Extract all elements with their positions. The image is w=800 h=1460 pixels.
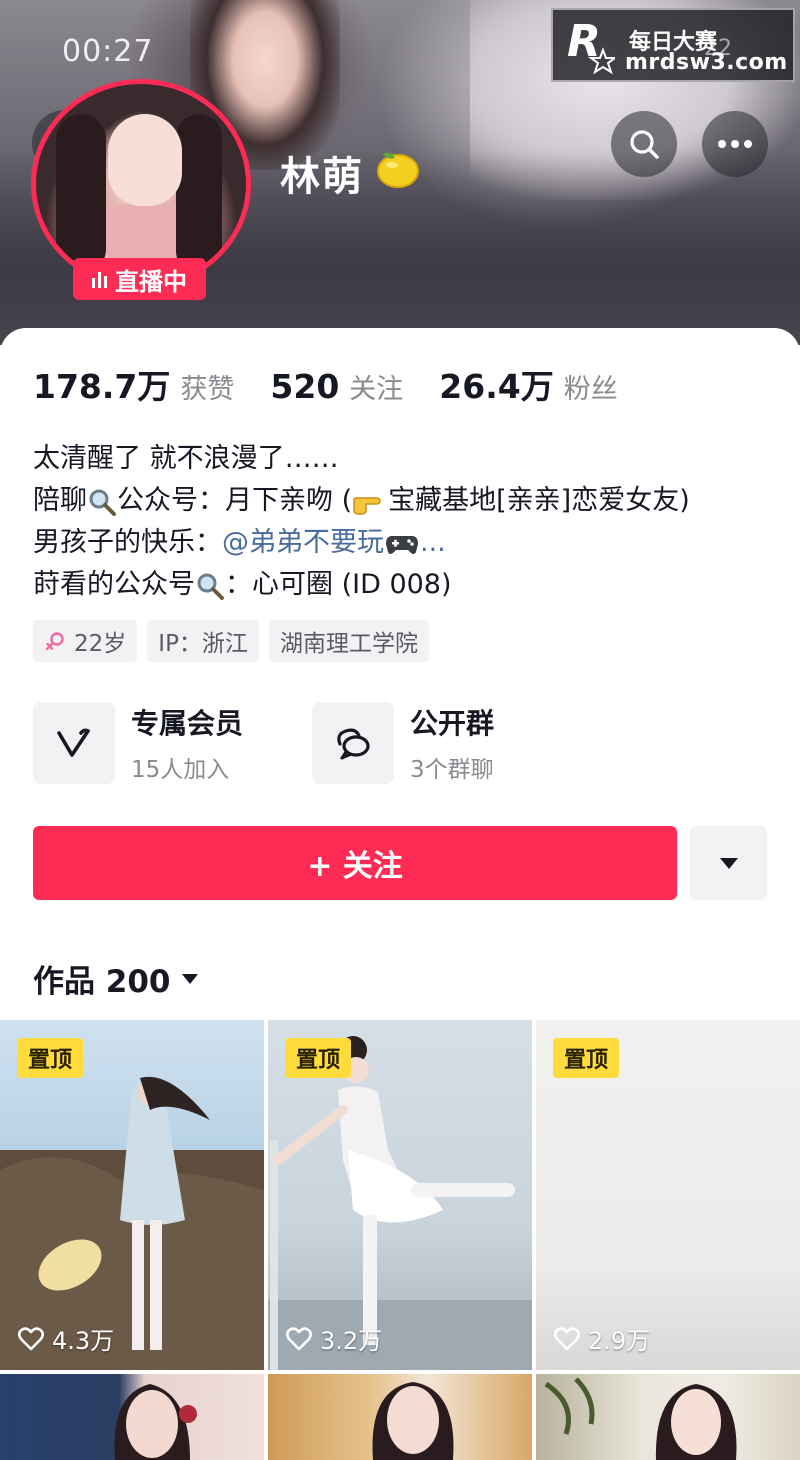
caret-down-icon xyxy=(181,973,198,984)
public-group-entry[interactable]: 公开群 3个群聊 xyxy=(312,702,494,784)
followers-label[interactable]: 粉丝 xyxy=(564,367,618,406)
age-tag: 22岁 xyxy=(33,620,138,662)
recommend-dropdown-button[interactable] xyxy=(690,826,767,900)
pinned-badge: 置顶 xyxy=(553,1038,619,1078)
heart-outline-icon xyxy=(554,1326,580,1350)
bio-mention-link[interactable]: @弟弟不要玩 xyxy=(222,527,384,558)
video-thumbnail[interactable] xyxy=(268,1374,532,1460)
caret-down-icon xyxy=(719,858,738,869)
magnifier-emoji-icon xyxy=(197,573,224,600)
live-badge[interactable]: 直播中 xyxy=(73,258,206,300)
video-thumbnail[interactable]: 置顶 2.9万 xyxy=(536,1020,800,1370)
ip-location-tag: IP：浙江 xyxy=(147,620,259,662)
likes-count: 178.7万 xyxy=(33,367,171,406)
search-button[interactable] xyxy=(611,111,677,177)
school-tag[interactable]: 湖南理工学院 xyxy=(268,620,429,662)
svg-text:R: R xyxy=(567,16,601,67)
magnifier-emoji-icon xyxy=(89,489,116,516)
bio-line-1: 太清醒了 就不浪漫了…… xyxy=(33,443,339,474)
exclusive-membership-entry[interactable]: 专属会员 15人加入 xyxy=(33,702,243,784)
video-likes: 2.9万 xyxy=(554,1321,650,1356)
profile-bio: 太清醒了 就不浪漫了…… 陪聊 公众号：月下亲吻 (宝藏基地[亲亲]恋爱女友) 男… xyxy=(33,438,690,606)
female-icon xyxy=(45,632,64,651)
gamepad-emoji-icon xyxy=(386,535,418,554)
video-thumbnail[interactable]: 置顶 4.3万 xyxy=(0,1020,264,1370)
site-watermark: R 每日大赛 mrdsw3.com xyxy=(551,8,795,82)
pinned-badge: 置顶 xyxy=(17,1038,83,1078)
video-thumbnail[interactable]: 置顶 3.2万 xyxy=(268,1020,532,1370)
banner-partial-number: 22 xyxy=(704,36,732,61)
status-time: 00:27 xyxy=(62,34,154,69)
video-likes: 4.3万 xyxy=(18,1321,114,1356)
thumbnail-photo xyxy=(114,1384,197,1460)
following-label[interactable]: 关注 xyxy=(349,367,403,406)
thumbnail-photo xyxy=(544,1377,737,1460)
bio-line-3: 男孩子的快乐：@弟弟不要玩... xyxy=(33,527,446,558)
followers-count[interactable]: 26.4万 xyxy=(439,360,553,408)
follow-button[interactable]: + 关注 xyxy=(33,826,677,900)
thumbnail-photo xyxy=(372,1382,454,1460)
watermark-logo-icon: R xyxy=(567,16,615,75)
membership-subtitle: 15人加入 xyxy=(131,757,230,783)
group-title: 公开群 xyxy=(410,707,495,740)
group-chat-icon xyxy=(337,728,370,760)
likes-label: 获赞 xyxy=(180,374,235,405)
profile-tags: 22岁 IP：浙江 湖南理工学院 xyxy=(33,620,429,662)
profile-stats: 178.7万 获赞 520 关注 26.4万 粉丝 xyxy=(33,360,618,408)
group-subtitle: 3个群聊 xyxy=(410,757,494,783)
heart-outline-icon xyxy=(286,1326,312,1350)
video-thumbnail[interactable] xyxy=(536,1374,800,1460)
works-label: 作品 200 xyxy=(33,964,171,1000)
video-likes: 3.2万 xyxy=(286,1321,382,1356)
membership-title: 专属会员 xyxy=(131,707,244,740)
lemon-icon xyxy=(377,152,419,188)
video-thumbnail[interactable] xyxy=(0,1374,264,1460)
profile-nickname: 林萌 xyxy=(280,154,364,200)
search-icon xyxy=(630,130,659,159)
following-count[interactable]: 520 xyxy=(270,367,339,406)
more-options-button[interactable] xyxy=(702,111,768,177)
works-tab[interactable]: 作品 200 xyxy=(33,956,199,1001)
pointing-hand-emoji-icon xyxy=(353,496,381,515)
live-bars-icon xyxy=(92,270,107,288)
more-horizontal-icon xyxy=(718,140,752,148)
heart-outline-icon xyxy=(18,1326,44,1350)
pinned-badge: 置顶 xyxy=(285,1038,351,1078)
bio-line-4: 莳看的公众号 ：心可圈 (ID 008) xyxy=(33,569,452,600)
vip-v-icon xyxy=(57,728,90,757)
bio-line-2: 陪聊 公众号：月下亲吻 (宝藏基地[亲亲]恋爱女友) xyxy=(33,485,690,516)
live-badge-label: 直播中 xyxy=(115,267,187,296)
